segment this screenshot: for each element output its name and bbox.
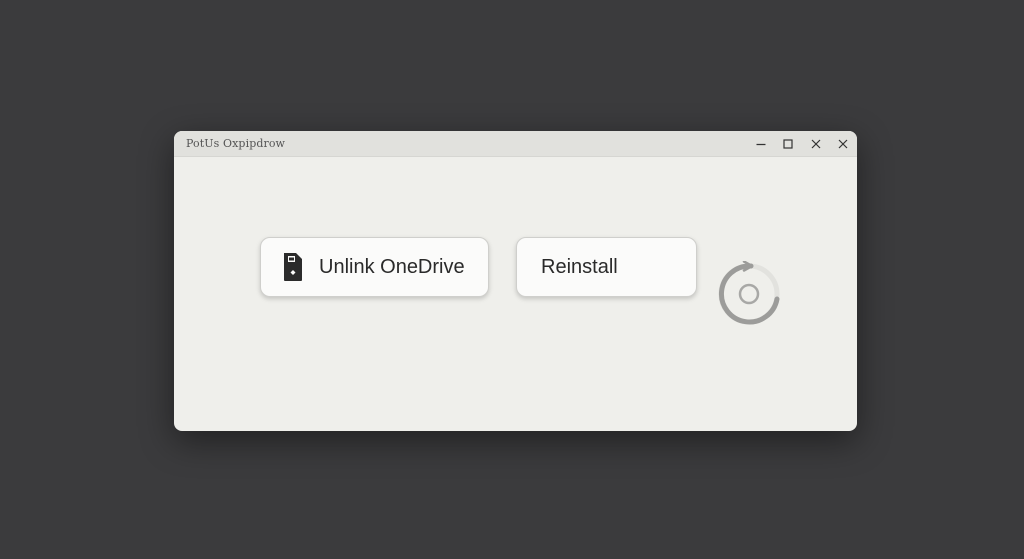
maximize-button[interactable] bbox=[775, 131, 803, 157]
close-icon bbox=[811, 139, 821, 149]
title-bar[interactable]: PotUs Oxpipdrow bbox=[174, 131, 857, 157]
refresh-button[interactable] bbox=[716, 260, 782, 327]
app-window: PotUs Oxpipdrow Unlink OneDrive Reinstal… bbox=[174, 131, 857, 431]
drive-icon bbox=[281, 251, 305, 283]
window-controls bbox=[747, 131, 857, 156]
minimize-button[interactable] bbox=[747, 131, 775, 157]
window-content: Unlink OneDrive Reinstall bbox=[174, 157, 857, 431]
unlink-onedrive-button[interactable]: Unlink OneDrive bbox=[260, 237, 489, 297]
close-icon bbox=[838, 139, 848, 149]
refresh-icon bbox=[718, 260, 780, 325]
close-button[interactable] bbox=[802, 131, 830, 157]
unlink-onedrive-label: Unlink OneDrive bbox=[319, 255, 465, 278]
window-title: PotUs Oxpipdrow bbox=[186, 137, 286, 150]
reinstall-label: Reinstall bbox=[541, 255, 618, 278]
reinstall-button[interactable]: Reinstall bbox=[516, 237, 697, 297]
maximize-icon bbox=[783, 139, 793, 149]
close-button-secondary[interactable] bbox=[830, 131, 858, 157]
minimize-icon bbox=[756, 143, 766, 146]
